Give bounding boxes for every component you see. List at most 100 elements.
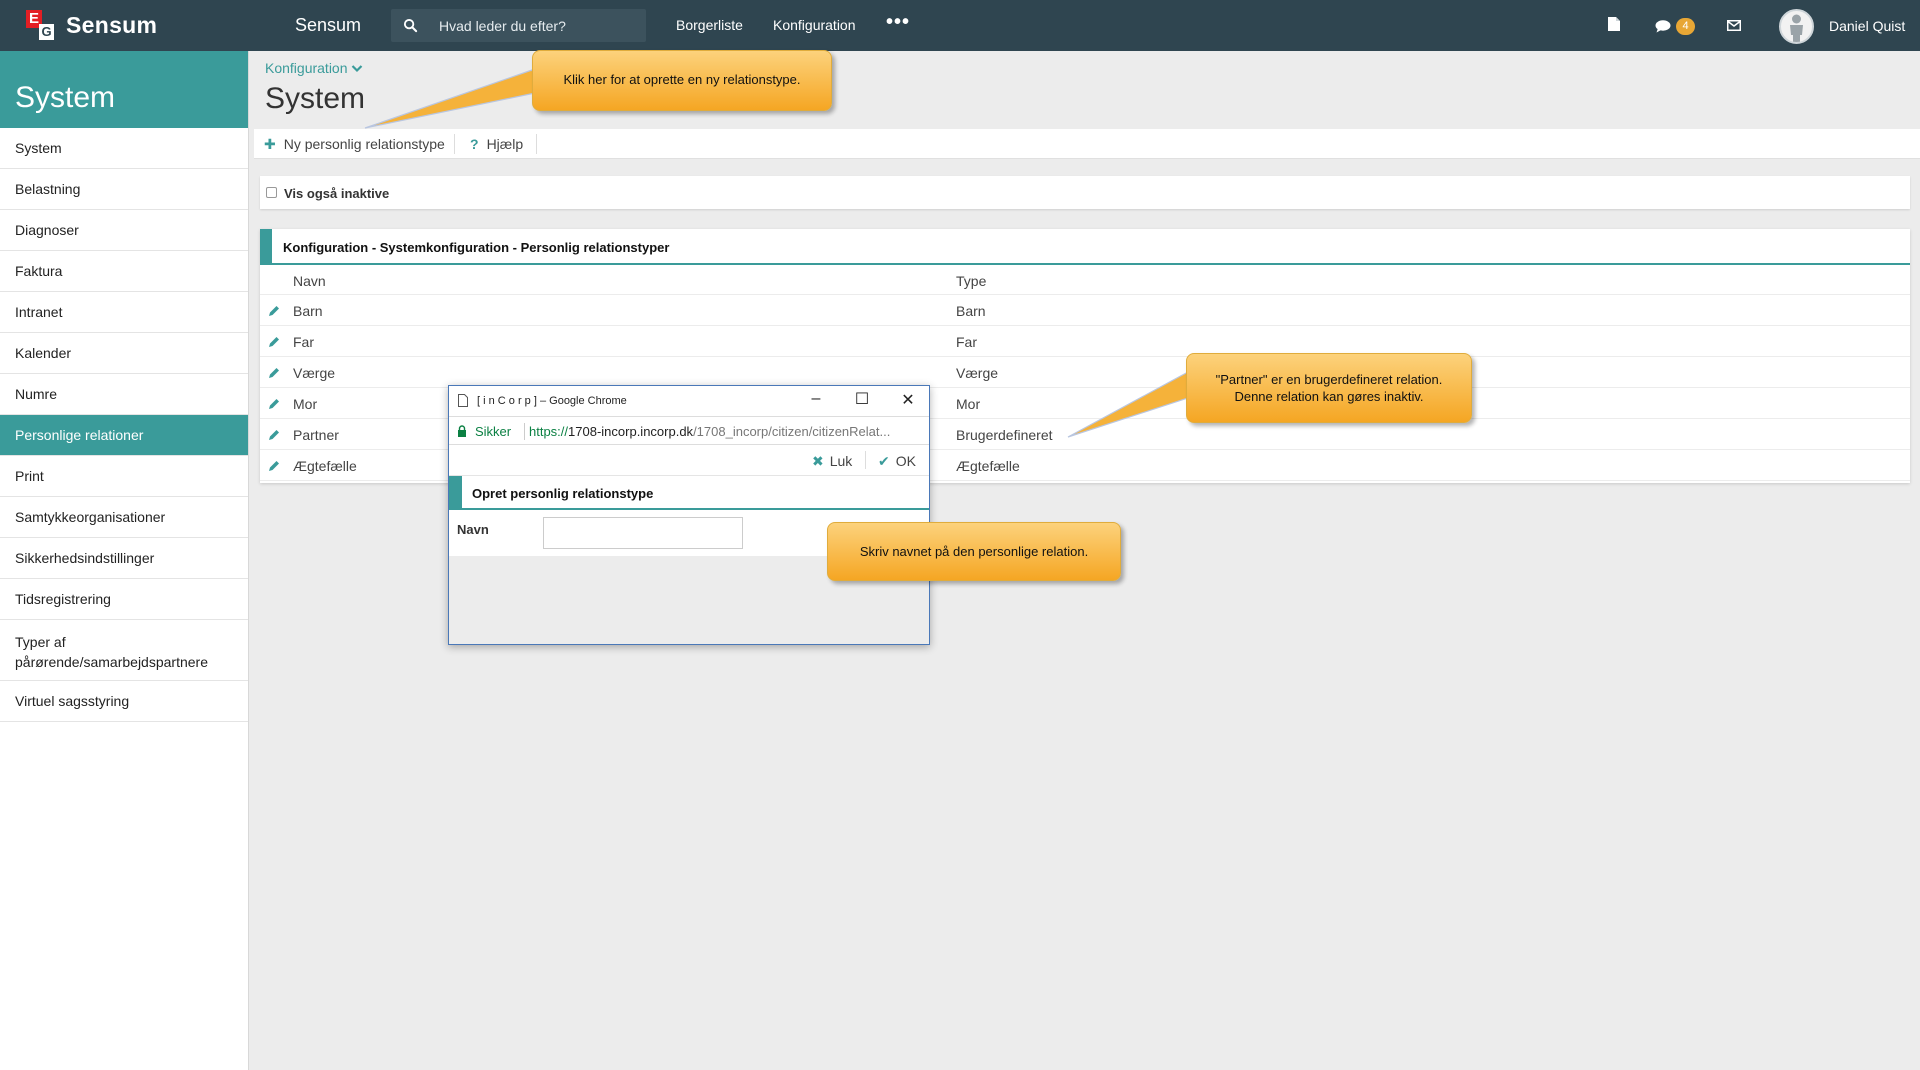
edit-pencil-icon[interactable] <box>267 397 281 411</box>
sidebar-item-kalender[interactable]: Kalender <box>0 333 248 374</box>
create-panel-title: Opret personlig relationstype <box>472 486 654 501</box>
edit-pencil-icon[interactable] <box>267 428 281 442</box>
edit-pencil-icon[interactable] <box>267 335 281 349</box>
show-inactive-checkbox[interactable] <box>266 187 277 198</box>
row-type: Mor <box>956 396 981 412</box>
help-button[interactable]: ? Hjælp <box>470 136 523 152</box>
callout-new-type-text: Klik her for at oprette en ny relationst… <box>563 72 801 87</box>
row-type: Far <box>956 334 977 350</box>
sidebar-item-numre[interactable]: Numre <box>0 374 248 415</box>
brand-name[interactable]: Sensum <box>66 12 157 39</box>
nav-konfiguration[interactable]: Konfiguration <box>773 17 856 33</box>
chevron-down-icon[interactable] <box>351 64 363 73</box>
minimize-icon[interactable]: – <box>806 390 826 408</box>
table-row[interactable]: Barn Barn <box>260 295 1910 326</box>
popup-titlebar[interactable]: [ i n C o r p ] – Google Chrome – ☐ ✕ <box>449 386 929 416</box>
search-icon[interactable] <box>403 18 418 33</box>
chrome-popup-window: [ i n C o r p ] – Google Chrome – ☐ ✕ Si… <box>448 385 930 645</box>
filter-box: Vis også inaktive <box>260 176 1910 209</box>
more-menu-icon[interactable]: ••• <box>886 11 910 34</box>
callout-partner-line1: "Partner" er en brugerdefineret relation… <box>1215 372 1443 387</box>
toolbar-divider <box>454 134 455 154</box>
sidebar-item-typer-af-paarorende[interactable]: Typer af pårørende/samarbejdspartnere <box>0 620 248 681</box>
logo-letter-g: G <box>39 24 54 40</box>
column-header-navn[interactable]: Navn <box>293 273 326 289</box>
page-icon <box>458 394 468 407</box>
popup-url[interactable]: https://1708-incorp.incorp.dk/1708_incor… <box>529 424 924 439</box>
user-avatar[interactable] <box>1779 9 1814 44</box>
search-input[interactable] <box>439 9 639 42</box>
row-type: Barn <box>956 303 986 319</box>
sidebar: System System Belastning Diagnoser Faktu… <box>0 51 249 1070</box>
app-name[interactable]: Sensum <box>295 15 361 36</box>
column-header-type[interactable]: Type <box>956 273 986 289</box>
sidebar-item-intranet[interactable]: Intranet <box>0 292 248 333</box>
help-label: Hjælp <box>486 136 524 152</box>
sidebar-item-personlige-relationer[interactable]: Personlige relationer <box>0 415 248 456</box>
callout-name-field: Skriv navnet på den personlige relation. <box>827 522 1121 581</box>
edit-pencil-icon[interactable] <box>267 366 281 380</box>
sidebar-item-sikkerhedsindstillinger[interactable]: Sikkerhedsindstillinger <box>0 538 248 579</box>
row-type: Værge <box>956 365 999 381</box>
sidebar-item-belastning[interactable]: Belastning <box>0 169 248 210</box>
question-icon: ? <box>470 136 479 152</box>
sidebar-item-diagnoser[interactable]: Diagnoser <box>0 210 248 251</box>
panel-header: Konfiguration - Systemkonfiguration - Pe… <box>260 229 1910 265</box>
toolbar: ✚ Ny personlig relationstype ? Hjælp <box>254 129 1920 159</box>
user-name[interactable]: Daniel Quist <box>1829 18 1905 34</box>
x-icon: ✖ <box>812 453 824 469</box>
messages-badge[interactable]: 4 <box>1676 18 1695 35</box>
url-host: 1708-incorp.incorp.dk <box>568 424 694 439</box>
edit-pencil-icon[interactable] <box>267 459 281 473</box>
plus-icon: ✚ <box>264 136 276 152</box>
table-header: Navn Type <box>260 265 1910 295</box>
row-navn: Værge <box>293 365 336 381</box>
ok-button-label: OK <box>895 453 916 469</box>
sidebar-title: System <box>0 51 248 128</box>
eg-logo[interactable]: E G <box>26 10 56 40</box>
lock-icon <box>458 425 466 437</box>
document-icon[interactable] <box>1608 17 1620 31</box>
row-type: Ægtefælle <box>956 458 1020 474</box>
page-title: System <box>265 82 366 115</box>
create-panel-header: Opret personlig relationstype <box>449 476 929 510</box>
popup-window-title: [ i n C o r p ] – Google Chrome <box>477 395 627 407</box>
secure-label: Sikker <box>475 424 512 439</box>
mail-icon[interactable] <box>1727 20 1741 31</box>
sidebar-item-faktura[interactable]: Faktura <box>0 251 248 292</box>
edit-pencil-icon[interactable] <box>267 304 281 318</box>
sidebar-item-tidsregistrering[interactable]: Tidsregistrering <box>0 579 248 620</box>
callout-partner-line2: Denne relation kan gøres inaktiv. <box>1234 389 1424 404</box>
callout-new-type: Klik her for at oprette en ny relationst… <box>532 50 832 111</box>
popup-address-bar[interactable]: Sikker https://1708-incorp.incorp.dk/170… <box>449 416 929 445</box>
panel-accent-bar <box>260 229 272 265</box>
show-inactive-label[interactable]: Vis også inaktive <box>284 186 389 201</box>
breadcrumb[interactable]: Konfiguration <box>265 60 363 76</box>
chat-icon[interactable] <box>1655 20 1671 33</box>
sidebar-item-virtuel-sagsstyring[interactable]: Virtuel sagsstyring <box>0 681 248 722</box>
popup-action-bar: ✖ Luk ✔ OK <box>449 445 929 476</box>
row-navn: Far <box>293 334 314 350</box>
url-path: /1708_incorp/citizen/citizenRelat... <box>693 424 891 439</box>
table-row[interactable]: Far Far <box>260 326 1910 357</box>
sidebar-item-samtykkeorganisationer[interactable]: Samtykkeorganisationer <box>0 497 248 538</box>
nav-borgerliste[interactable]: Borgerliste <box>676 17 743 33</box>
breadcrumb-label[interactable]: Konfiguration <box>265 60 348 76</box>
close-button[interactable]: ✖ Luk <box>812 453 852 470</box>
table-row[interactable]: Værge Værge <box>260 357 1910 388</box>
new-relation-type-button[interactable]: ✚ Ny personlig relationstype <box>264 136 445 153</box>
sidebar-item-system[interactable]: System <box>0 128 248 169</box>
row-navn: Mor <box>293 396 318 412</box>
user-silhouette-icon <box>1790 14 1803 42</box>
navn-input[interactable] <box>543 517 743 549</box>
action-divider <box>865 451 866 469</box>
new-relation-type-label: Ny personlig relationstype <box>283 136 445 152</box>
callout-name-field-text: Skriv navnet på den personlige relation. <box>859 544 1089 559</box>
sidebar-item-print[interactable]: Print <box>0 456 248 497</box>
maximize-icon[interactable]: ☐ <box>852 389 872 409</box>
row-navn: Ægtefælle <box>293 458 357 474</box>
ok-button[interactable]: ✔ OK <box>878 453 916 470</box>
search-box[interactable] <box>391 9 646 42</box>
row-navn: Partner <box>293 427 339 443</box>
close-window-icon[interactable]: ✕ <box>898 390 918 410</box>
